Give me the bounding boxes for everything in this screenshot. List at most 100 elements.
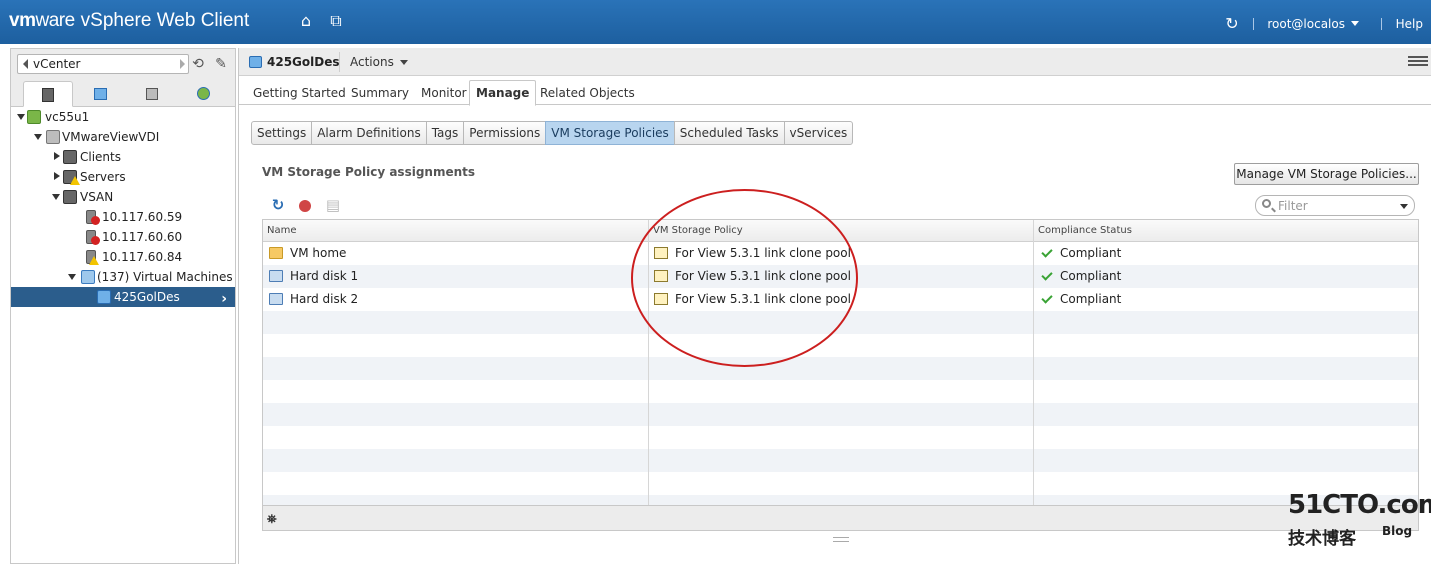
tab-summary[interactable]: Summary [345, 82, 415, 104]
expand-icon[interactable] [34, 134, 42, 140]
user-menu[interactable]: root@localos [1267, 16, 1359, 31]
tree-item-vcenter[interactable]: vc55u1 [11, 107, 235, 127]
tree-item-425goldes[interactable]: 425GolDes › [11, 287, 235, 307]
object-header: 425GolDes Actions [239, 48, 1431, 76]
navigator-tabs [11, 79, 235, 107]
row-status: Compliant [1060, 269, 1122, 283]
network-icon [196, 87, 210, 100]
tab-manage[interactable]: Manage [469, 80, 537, 106]
expand-icon[interactable] [54, 172, 60, 180]
navigator-header: vCenter ⟲ ✎ [11, 49, 235, 79]
resize-handle[interactable] [833, 537, 849, 542]
windows-icon[interactable]: ⧉ [327, 12, 345, 30]
tab-networking[interactable] [178, 81, 228, 107]
filter-placeholder: Filter [1278, 199, 1308, 213]
column-divider [648, 220, 649, 505]
expand-icon[interactable] [54, 152, 60, 160]
chevron-down-icon [1350, 21, 1359, 27]
subtab-settings[interactable]: Settings [251, 121, 313, 145]
subtab-tags[interactable]: Tags [425, 121, 465, 145]
binoculars-icon[interactable]: ⛯ [267, 512, 277, 527]
navigator-breadcrumb[interactable]: vCenter [17, 54, 189, 74]
edit-settings-icon[interactable]: ▤ [324, 196, 342, 214]
back-icon[interactable] [23, 59, 28, 69]
row-name: VM home [290, 246, 347, 260]
tree-label: 425GolDes [114, 290, 180, 304]
grid-footer: ⛯ [262, 506, 1419, 531]
tree-label: VMwareViewVDI [62, 130, 160, 144]
check-icon [1041, 292, 1053, 304]
actions-menu[interactable]: Actions [350, 55, 408, 69]
chevron-down-icon[interactable] [1400, 204, 1408, 209]
tree-label: Clients [80, 150, 121, 164]
pin-icon[interactable]: ✎ [212, 55, 230, 73]
object-title: 425GolDes [267, 55, 340, 69]
help-link[interactable]: Help [1396, 17, 1423, 31]
divider [339, 52, 340, 72]
object-tabs: Getting Started Summary Monitor Manage R… [239, 76, 1431, 106]
folder-icon [269, 247, 283, 259]
column-header-policy[interactable]: VM Storage Policy [649, 220, 743, 242]
tree-item-host-60[interactable]: 10.117.60.60 [11, 227, 235, 247]
tab-hosts-clusters[interactable] [23, 81, 73, 107]
divider [1252, 17, 1254, 30]
column-header-compliance[interactable]: Compliance Status [1034, 220, 1132, 242]
home-icon[interactable]: ⌂ [297, 12, 315, 30]
filter-input[interactable]: Filter [1255, 195, 1415, 216]
user-name: root@localos [1267, 16, 1345, 31]
expand-icon[interactable] [52, 194, 60, 200]
column-divider [1033, 220, 1034, 505]
hard-disk-icon [269, 293, 283, 305]
watermark: 51CTO.com 技术博客 Blog [1288, 490, 1431, 550]
row-policy: For View 5.3.1 link clone pool [675, 246, 851, 260]
subtab-permissions[interactable]: Permissions [463, 121, 547, 145]
tree-item-datacenter[interactable]: VMwareViewVDI [11, 127, 235, 147]
row-policy: For View 5.3.1 link clone pool [675, 292, 851, 306]
manage-subtabs: Settings Alarm Definitions Tags Permissions… [251, 121, 854, 145]
tree-item-virtual-machines[interactable]: (137) Virtual Machines [11, 267, 235, 287]
refresh-icon[interactable]: ↻ [269, 196, 287, 214]
row-policy: For View 5.3.1 link clone pool [675, 269, 851, 283]
manage-vm-storage-policies-button[interactable]: Manage VM Storage Policies... [1234, 163, 1419, 185]
tree-label: 10.117.60.59 [102, 210, 183, 224]
chevron-right-icon[interactable]: › [221, 289, 227, 309]
tree-item-host-59[interactable]: 10.117.60.59 [11, 207, 235, 227]
subtab-scheduled-tasks[interactable]: Scheduled Tasks [673, 121, 785, 145]
hard-disk-icon [269, 270, 283, 282]
empty-row [263, 472, 1418, 495]
empty-row [263, 311, 1418, 334]
cluster-icon [63, 190, 77, 204]
tab-vms-templates[interactable] [75, 81, 125, 107]
check-compliance-icon[interactable] [296, 196, 314, 214]
forward-icon[interactable] [180, 59, 185, 69]
panel-menu-icon[interactable] [1408, 54, 1428, 70]
search-icon [1262, 199, 1271, 208]
expand-icon[interactable] [17, 114, 25, 120]
table-row[interactable]: VM home For View 5.3.1 link clone pool C… [263, 242, 1418, 265]
watermark-tagline: 技术博客 [1288, 529, 1356, 549]
tab-related-objects[interactable]: Related Objects [534, 82, 641, 104]
tree-item-clients[interactable]: Clients [11, 147, 235, 167]
table-row[interactable]: Hard disk 2 For View 5.3.1 link clone po… [263, 288, 1418, 311]
subtab-vservices[interactable]: vServices [783, 121, 854, 145]
expand-icon[interactable] [68, 274, 76, 280]
refresh-icon[interactable]: ↻ [1225, 14, 1238, 33]
tab-storage[interactable] [127, 81, 177, 107]
divider [1380, 17, 1382, 30]
tab-getting-started[interactable]: Getting Started [247, 82, 352, 104]
warning-icon [70, 176, 80, 185]
subtab-alarm-definitions[interactable]: Alarm Definitions [311, 121, 427, 145]
storage-icon [146, 87, 158, 100]
subtab-vm-storage-policies[interactable]: VM Storage Policies [545, 121, 675, 145]
vm-folder-icon [81, 270, 95, 284]
empty-row [263, 357, 1418, 380]
column-header-name[interactable]: Name [263, 220, 297, 242]
table-row[interactable]: Hard disk 1 For View 5.3.1 link clone po… [263, 265, 1418, 288]
history-icon[interactable]: ⟲ [189, 55, 207, 73]
tree-label: vc55u1 [45, 110, 90, 124]
tree-item-vsan[interactable]: VSAN [11, 187, 235, 207]
empty-row [263, 334, 1418, 357]
tree-item-host-84[interactable]: 10.117.60.84 [11, 247, 235, 267]
tab-monitor[interactable]: Monitor [415, 82, 473, 104]
tree-item-servers[interactable]: Servers [11, 167, 235, 187]
